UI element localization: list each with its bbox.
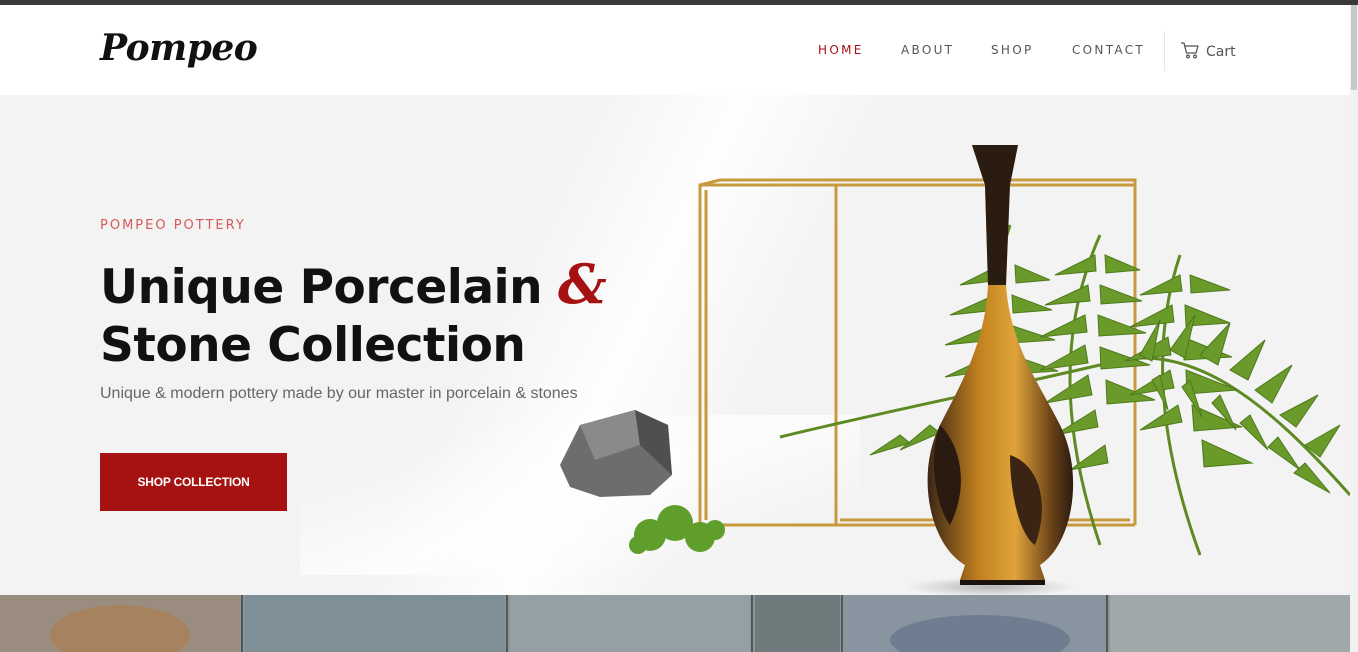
headline-line-1: Unique Porcelain — [100, 260, 558, 315]
nav-contact[interactable]: CONTACT — [1072, 43, 1145, 57]
moss — [629, 505, 725, 554]
cart-label: Cart — [1206, 44, 1236, 60]
page-scrollbar[interactable] — [1350, 5, 1358, 652]
hero-product-image — [560, 145, 1350, 595]
stone-texture-image — [0, 595, 1350, 652]
stone-texture-section — [0, 595, 1350, 652]
cart-link[interactable]: Cart — [1180, 41, 1236, 63]
headline-line-2: Stone Collection — [100, 318, 526, 373]
hero-subtitle: Unique & modern pottery made by our mast… — [100, 385, 578, 402]
hero-headline: Unique Porcelain & Stone Collection — [100, 252, 607, 375]
hero-eyebrow: POMPEO POTTERY — [100, 218, 246, 233]
site-logo[interactable]: Pompeo — [100, 27, 258, 69]
shopping-cart-icon — [1180, 41, 1200, 63]
site-header: Pompeo HOME ABOUT SHOP CONTACT Cart — [0, 5, 1350, 95]
stone-rock — [560, 410, 672, 497]
headline-ampersand: & — [558, 252, 607, 316]
shop-collection-button[interactable]: SHOP COLLECTION — [100, 453, 287, 511]
nav-about[interactable]: ABOUT — [901, 43, 954, 57]
hero-section: POMPEO POTTERY Unique Porcelain & Stone … — [0, 95, 1350, 595]
nav-divider — [1164, 31, 1165, 71]
scrollbar-thumb[interactable] — [1351, 5, 1357, 90]
nav-shop[interactable]: SHOP — [991, 43, 1034, 57]
nav-home[interactable]: HOME — [818, 43, 864, 57]
